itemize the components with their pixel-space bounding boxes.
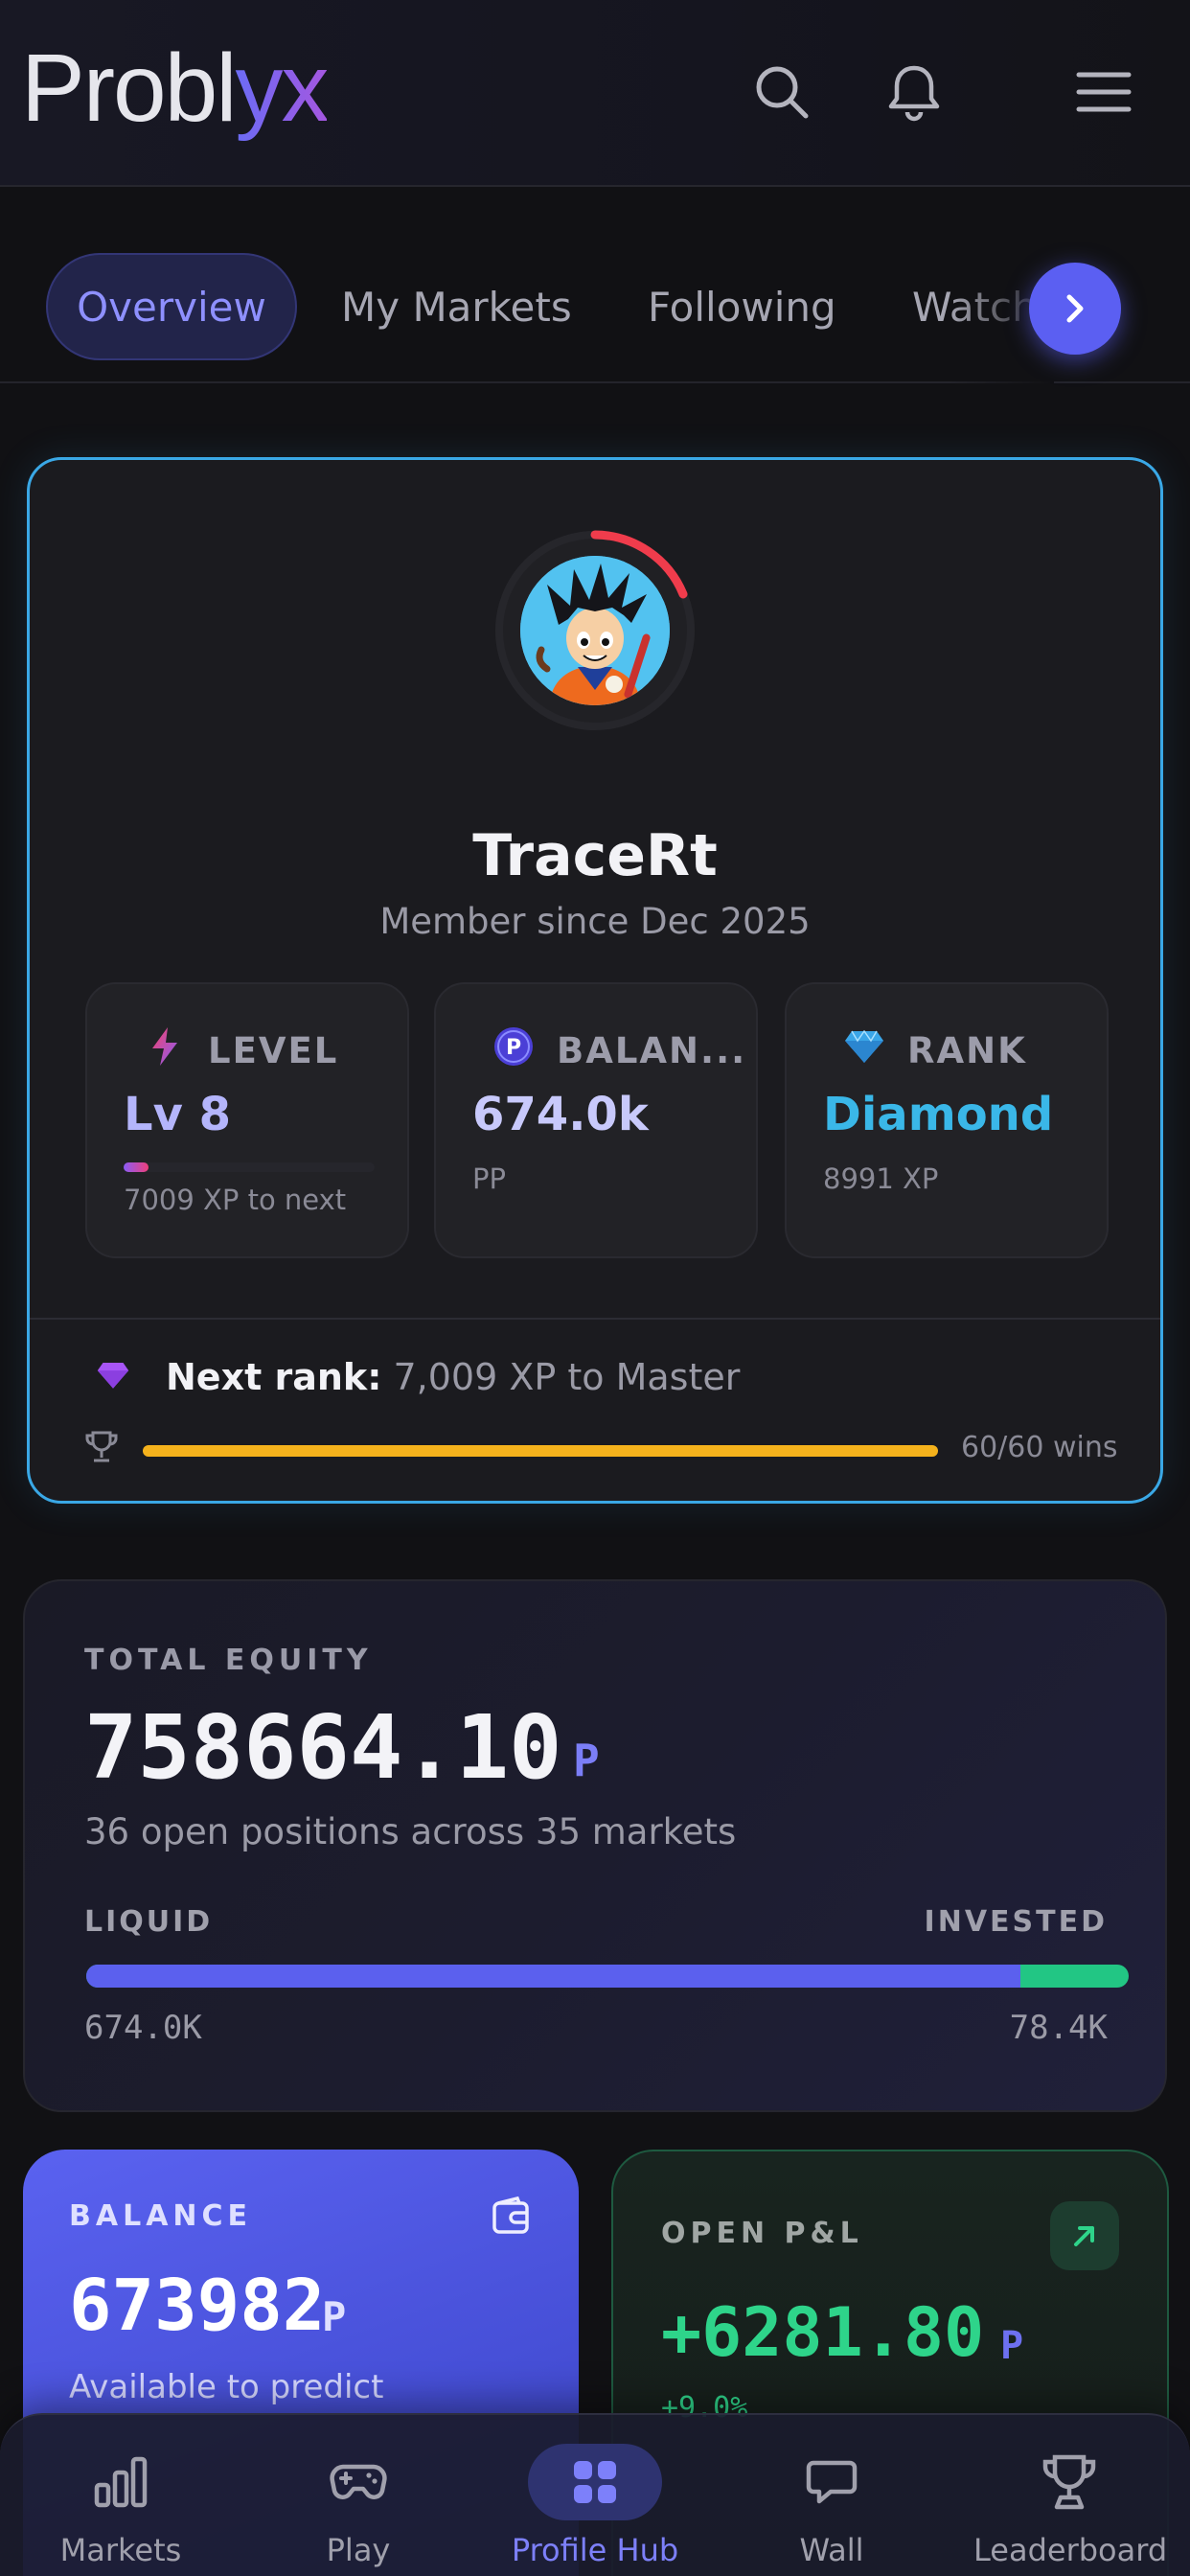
wallet-icon xyxy=(491,2196,533,2238)
wins-progress-fill xyxy=(143,1445,938,1457)
liquid-value: 674.0K xyxy=(84,2009,202,2047)
rank-label: RANK xyxy=(907,1030,1027,1071)
tab-my-markets[interactable]: My Markets xyxy=(341,253,572,360)
chevron-right-icon xyxy=(1066,294,1084,323)
diamond-icon xyxy=(842,1024,886,1069)
chat-icon xyxy=(765,2444,899,2520)
profile-card: TraceRt Member since Dec 2025 LEVEL Lv 8… xyxy=(27,457,1163,1504)
bell-icon[interactable] xyxy=(880,58,949,126)
next-rank-info: Next rank: 7,009 XP to Master xyxy=(166,1356,740,1398)
avatar xyxy=(520,556,670,705)
menu-icon[interactable] xyxy=(1069,58,1138,126)
search-icon[interactable] xyxy=(747,58,816,126)
equity-label: TOTAL EQUITY xyxy=(84,1644,373,1677)
avatar-ring[interactable] xyxy=(480,516,710,746)
liquid-invested-bar xyxy=(86,1965,1129,1988)
app-logo[interactable]: Problyx xyxy=(21,31,329,146)
total-equity-card: TOTAL EQUITY 758664.10 P 36 open positio… xyxy=(23,1579,1167,2112)
username: TraceRt xyxy=(472,822,718,889)
arrow-up-right-icon[interactable] xyxy=(1050,2201,1119,2270)
level-label: LEVEL xyxy=(208,1030,339,1071)
svg-text:P: P xyxy=(506,1036,521,1060)
equity-unit: P xyxy=(573,1735,600,1786)
balance-stat-card[interactable]: P BALAN... 674.0k PP xyxy=(434,982,758,1258)
balance-stat-value: 674.0k xyxy=(472,1088,649,1141)
balance-card-unit: P xyxy=(322,2293,347,2340)
nav-markets-label: Markets xyxy=(59,2532,182,2568)
nav-profile-hub[interactable]: Profile Hub xyxy=(499,2415,691,2576)
pnl-unit: P xyxy=(1000,2324,1024,2368)
nav-wall-label: Wall xyxy=(799,2532,864,2568)
level-progress-track xyxy=(124,1162,375,1172)
nav-play[interactable]: Play xyxy=(263,2415,454,2576)
points-icon: P xyxy=(492,1024,536,1069)
rank-stat-card[interactable]: RANK Diamond 8991 XP xyxy=(785,982,1109,1258)
nav-leaderboard[interactable]: Leaderboard xyxy=(973,2415,1168,2576)
nav-profile-hub-label: Profile Hub xyxy=(511,2532,679,2568)
bar-chart-icon xyxy=(54,2444,188,2520)
nav-markets[interactable]: Markets xyxy=(25,2415,217,2576)
level-progress-fill xyxy=(124,1162,149,1172)
pnl-label: OPEN P&L xyxy=(661,2217,863,2250)
liquid-label: LIQUID xyxy=(84,1905,214,1939)
gem-icon xyxy=(97,1361,129,1393)
level-xp-to-next: 7009 XP to next xyxy=(124,1184,347,1216)
grid-icon xyxy=(528,2444,662,2520)
trophy-icon xyxy=(1002,2444,1136,2520)
tab-following[interactable]: Following xyxy=(648,253,836,360)
equity-positions-summary: 36 open positions across 35 markets xyxy=(84,1811,737,1852)
balance-stat-unit: PP xyxy=(472,1162,506,1195)
equity-value: 758664.10 xyxy=(84,1696,562,1799)
nav-play-label: Play xyxy=(326,2532,391,2568)
lightning-icon xyxy=(143,1024,187,1069)
profile-tabs: Overview My Markets Following Watch xyxy=(0,240,1190,383)
next-rank-text: 7,009 XP to Master xyxy=(381,1356,741,1398)
gamepad-icon xyxy=(291,2444,425,2520)
balance-card-subtitle: Available to predict xyxy=(69,2368,384,2406)
card-divider xyxy=(30,1318,1160,1320)
balance-stat-label: BALAN... xyxy=(557,1030,747,1071)
tab-overview[interactable]: Overview xyxy=(46,253,297,360)
nav-wall[interactable]: Wall xyxy=(736,2415,927,2576)
pnl-value: +6281.80 xyxy=(661,2293,985,2372)
trophy-icon xyxy=(85,1430,118,1468)
tabs-next-button[interactable] xyxy=(1029,263,1121,355)
balance-card-value: 673982 xyxy=(69,2265,326,2347)
invested-label: INVESTED xyxy=(924,1905,1108,1939)
profile-hub-screen: Problyx Overview My Markets Following Wa… xyxy=(0,0,1190,2576)
rank-xp: 8991 XP xyxy=(823,1162,939,1195)
next-rank-label: Next rank: xyxy=(166,1356,382,1398)
invested-value: 78.4K xyxy=(1009,2009,1108,2047)
bottom-nav: Markets Play Profile Hub Wall Leaderboar… xyxy=(0,2413,1190,2576)
balance-card-label: BALANCE xyxy=(69,2199,253,2233)
level-value: Lv 8 xyxy=(124,1088,231,1141)
rank-value: Diamond xyxy=(823,1088,1054,1141)
wins-progress-track xyxy=(143,1445,938,1457)
wins-count: 60/60 wins xyxy=(961,1431,1118,1464)
nav-leaderboard-label: Leaderboard xyxy=(973,2532,1168,2568)
member-since: Member since Dec 2025 xyxy=(379,901,811,942)
liquid-fill xyxy=(86,1965,1020,1988)
level-stat-card[interactable]: LEVEL Lv 8 7009 XP to next xyxy=(85,982,409,1258)
app-header: Problyx xyxy=(0,0,1190,187)
